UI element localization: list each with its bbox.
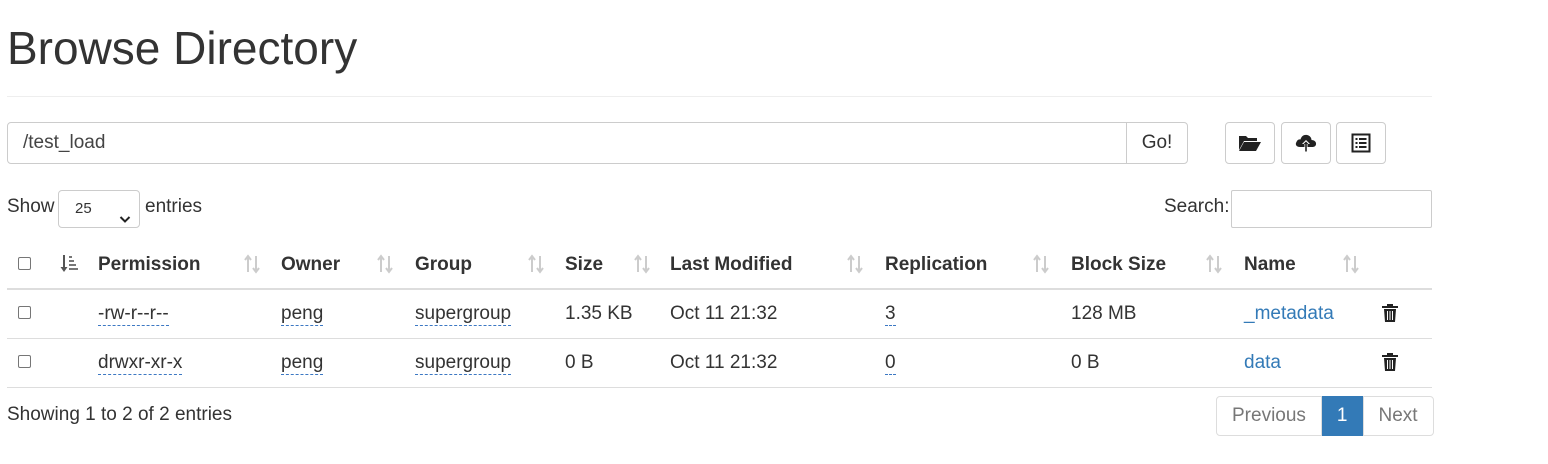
header-replication[interactable]: Replication (885, 240, 987, 290)
select-all-checkbox[interactable] (18, 257, 31, 270)
sort-amount-icon[interactable] (60, 254, 78, 279)
name-link[interactable]: _metadata (1244, 290, 1334, 338)
table-header-row: Permission Owner Group Size Last Modifie… (7, 240, 1432, 290)
block-size-cell: 0 B (1071, 352, 1100, 373)
size-cell: 1.35 KB (565, 303, 633, 324)
entries-label: entries (145, 196, 203, 217)
trash-icon[interactable] (1381, 352, 1399, 377)
chevron-down-icon (119, 203, 131, 239)
header-permission[interactable]: Permission (98, 240, 200, 290)
table-row: -rw-r--r-- peng supergroup 1.35 KB Oct 1… (7, 290, 1432, 339)
entries-select[interactable]: 25 (58, 190, 140, 228)
cloud-upload-icon (1294, 132, 1318, 154)
upload-button[interactable] (1281, 122, 1331, 164)
search-input[interactable] (1231, 190, 1432, 228)
size-cell: 0 B (565, 352, 594, 373)
trash-icon[interactable] (1381, 303, 1399, 328)
search-label: Search: (1164, 196, 1230, 217)
group-cell[interactable]: supergroup (415, 352, 512, 375)
name-link[interactable]: data (1244, 339, 1281, 387)
table-row: drwxr-xr-x peng supergroup 0 B Oct 11 21… (7, 339, 1432, 388)
sort-icon[interactable] (377, 254, 393, 279)
sort-icon[interactable] (634, 254, 650, 279)
owner-cell[interactable]: peng (281, 352, 324, 375)
table-info: Showing 1 to 2 of 2 entries (7, 404, 232, 425)
replication-cell[interactable]: 3 (885, 303, 896, 326)
page-title: Browse Directory (7, 22, 358, 74)
header-owner[interactable]: Owner (281, 240, 340, 290)
previous-page-button[interactable]: Previous (1216, 396, 1322, 436)
permission-cell[interactable]: -rw-r--r-- (98, 303, 169, 326)
row-checkbox[interactable] (18, 306, 31, 319)
entries-select-value: 25 (75, 200, 92, 217)
permission-cell[interactable]: drwxr-xr-x (98, 352, 183, 375)
header-name[interactable]: Name (1244, 240, 1296, 290)
folder-open-icon (1238, 133, 1262, 153)
pagination: Previous 1 Next (1216, 396, 1434, 436)
sort-icon[interactable] (1206, 254, 1222, 279)
current-page-button[interactable]: 1 (1321, 396, 1363, 436)
list-alt-icon (1351, 133, 1371, 153)
header-group[interactable]: Group (415, 240, 472, 290)
sort-icon[interactable] (528, 254, 544, 279)
file-table: Permission Owner Group Size Last Modifie… (7, 240, 1432, 388)
header-size[interactable]: Size (565, 240, 603, 290)
sort-icon[interactable] (847, 254, 863, 279)
title-divider (7, 96, 1432, 97)
sort-icon[interactable] (1033, 254, 1049, 279)
sort-icon[interactable] (244, 254, 260, 279)
modified-cell: Oct 11 21:32 (670, 303, 778, 324)
cut-paste-button[interactable] (1336, 122, 1386, 164)
create-directory-button[interactable] (1225, 122, 1275, 164)
block-size-cell: 128 MB (1071, 303, 1137, 324)
next-page-button[interactable]: Next (1362, 396, 1434, 436)
header-last-modified[interactable]: Last Modified (670, 240, 792, 290)
show-label: Show (7, 196, 55, 217)
path-input[interactable] (7, 122, 1127, 164)
modified-cell: Oct 11 21:32 (670, 352, 778, 373)
group-cell[interactable]: supergroup (415, 303, 512, 326)
owner-cell[interactable]: peng (281, 303, 324, 326)
header-block-size[interactable]: Block Size (1071, 240, 1166, 290)
row-checkbox[interactable] (18, 355, 31, 368)
go-button[interactable]: Go! (1126, 122, 1188, 164)
replication-cell[interactable]: 0 (885, 352, 896, 375)
sort-icon[interactable] (1343, 254, 1359, 279)
